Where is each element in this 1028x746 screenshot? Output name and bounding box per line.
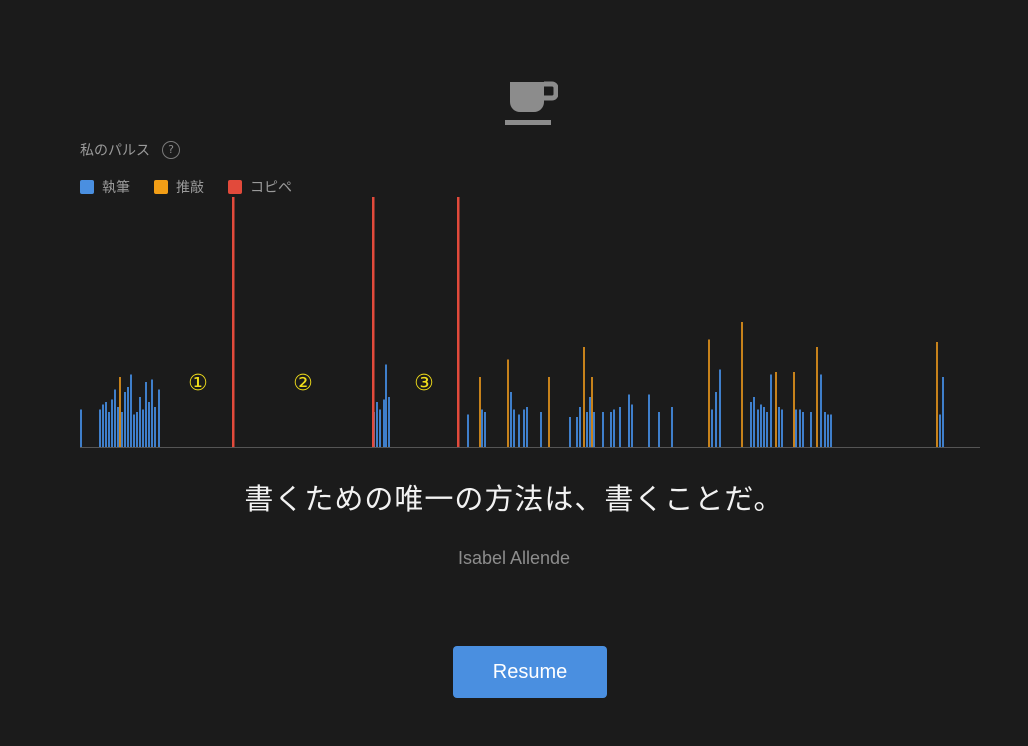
writing-bar bbox=[481, 409, 483, 447]
writing-bar bbox=[753, 397, 755, 447]
writing-bar bbox=[117, 407, 119, 447]
annotation-marker-3: ③ bbox=[414, 371, 434, 396]
writing-bar bbox=[576, 417, 578, 447]
writing-bar bbox=[802, 412, 804, 447]
writing-bar bbox=[484, 412, 486, 447]
writing-bar bbox=[830, 414, 832, 447]
pulse-chart: ① ② ③ bbox=[80, 197, 980, 448]
editing-bar bbox=[507, 359, 509, 447]
writing-bar bbox=[628, 394, 630, 447]
writing-bar bbox=[602, 412, 604, 447]
paste-bar bbox=[372, 197, 375, 447]
writing-bar bbox=[820, 374, 822, 447]
writing-bar bbox=[121, 412, 123, 447]
writing-bar bbox=[80, 409, 82, 447]
writing-bar bbox=[631, 404, 633, 447]
writing-bar bbox=[379, 409, 381, 447]
quote-text: 書くための唯一の方法は、書くことだ。 bbox=[244, 482, 784, 516]
writing-bar bbox=[158, 389, 160, 447]
writing-bar bbox=[130, 374, 132, 447]
editing-bar bbox=[741, 322, 743, 447]
writing-bar bbox=[827, 414, 829, 447]
paste-bar bbox=[232, 197, 235, 447]
writing-bar bbox=[579, 407, 581, 447]
editing-bar bbox=[708, 339, 710, 447]
editing-bar bbox=[548, 377, 550, 447]
paste-bar bbox=[457, 197, 460, 447]
writing-bar bbox=[719, 369, 721, 447]
writing-bar bbox=[569, 417, 571, 447]
writing-bar bbox=[750, 402, 752, 447]
editing-bar bbox=[479, 377, 481, 447]
annotation-marker-1: ① bbox=[188, 371, 208, 396]
editing-bar bbox=[583, 347, 585, 447]
writing-bar bbox=[523, 409, 525, 447]
writing-bar bbox=[139, 397, 141, 447]
writing-bar bbox=[770, 374, 772, 447]
writing-bar bbox=[148, 402, 150, 447]
writing-bar bbox=[111, 399, 113, 447]
editing-bar bbox=[793, 372, 795, 447]
writing-bar bbox=[133, 414, 135, 447]
writing-bar bbox=[593, 412, 595, 447]
writing-bar bbox=[526, 407, 528, 447]
writing-bar bbox=[142, 409, 144, 447]
writing-bar bbox=[518, 414, 520, 447]
writing-bar bbox=[810, 412, 812, 447]
writing-bar bbox=[711, 409, 713, 447]
writing-bar bbox=[102, 404, 104, 447]
writing-bar bbox=[824, 412, 826, 447]
writing-bar bbox=[781, 409, 783, 447]
writing-bar bbox=[105, 402, 107, 447]
writing-bar bbox=[127, 387, 129, 447]
writing-bar bbox=[388, 397, 390, 447]
quote-author: Isabel Allende bbox=[457, 548, 571, 568]
writing-bar bbox=[136, 412, 138, 447]
resume-button[interactable]: Resume bbox=[453, 646, 607, 698]
writing-bar bbox=[760, 404, 762, 447]
writing-bar bbox=[154, 407, 156, 447]
writing-bar bbox=[513, 409, 515, 447]
editing-bar bbox=[775, 372, 777, 447]
writing-bar bbox=[715, 392, 717, 447]
editing-bar bbox=[816, 347, 818, 447]
writing-bar bbox=[589, 397, 591, 447]
writing-bar bbox=[510, 392, 512, 447]
editing-bar bbox=[591, 377, 593, 447]
writing-bar bbox=[619, 407, 621, 447]
writing-bar bbox=[376, 402, 378, 447]
writing-bar bbox=[467, 414, 469, 447]
writing-bar bbox=[778, 407, 780, 447]
writing-bar bbox=[385, 364, 387, 447]
writing-bar bbox=[942, 377, 944, 447]
writing-bar bbox=[586, 412, 588, 447]
writing-bar bbox=[99, 409, 101, 447]
writing-bar bbox=[124, 392, 126, 447]
writing-bar bbox=[114, 389, 116, 447]
writing-bar bbox=[648, 394, 650, 447]
writing-bar bbox=[151, 379, 153, 447]
writing-bar bbox=[795, 409, 797, 447]
editing-bar bbox=[936, 342, 938, 447]
writing-bar bbox=[540, 412, 542, 447]
writing-bar bbox=[763, 407, 765, 447]
writing-bar bbox=[610, 412, 612, 447]
editing-bar bbox=[119, 377, 121, 447]
writing-bar bbox=[939, 414, 941, 447]
writing-bar bbox=[757, 409, 759, 447]
writing-bar bbox=[108, 412, 110, 447]
annotation-marker-2: ② bbox=[293, 371, 313, 396]
writing-bar bbox=[613, 409, 615, 447]
writing-bar bbox=[766, 412, 768, 447]
writing-bar bbox=[145, 382, 147, 447]
writing-bar bbox=[799, 409, 801, 447]
writing-bar bbox=[383, 399, 385, 447]
writing-bar bbox=[671, 407, 673, 447]
writing-bar bbox=[658, 412, 660, 447]
